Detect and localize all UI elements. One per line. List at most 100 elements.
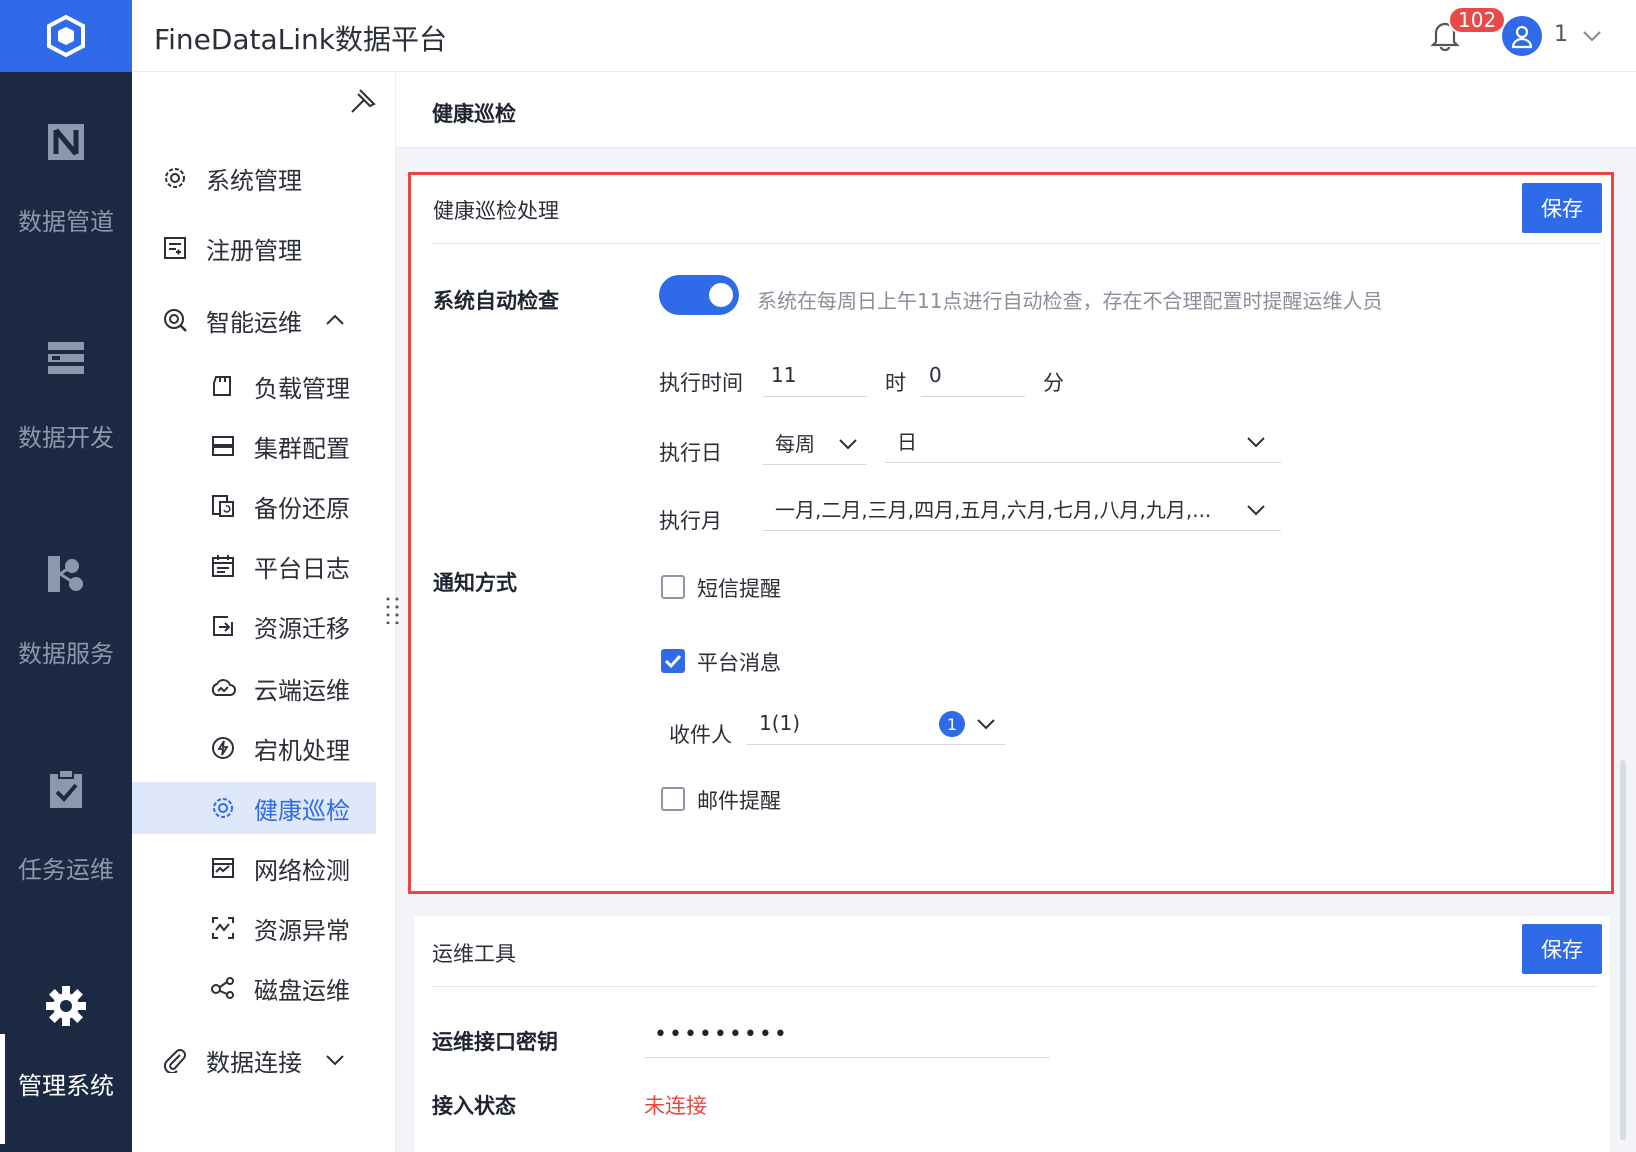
day-period-value: 每周 <box>775 432 815 456</box>
sidebar-item-resource-anomaly[interactable]: 资源异常 <box>132 902 376 954</box>
chevron-down-icon <box>1247 505 1265 516</box>
chevron-down-icon <box>977 719 995 730</box>
gear-check-icon <box>213 798 233 818</box>
paperclip-icon <box>163 1049 186 1073</box>
top-bar: FineDataLink数据平台 102 1 <box>132 0 1636 72</box>
calendar-log-icon <box>212 555 234 577</box>
chevron-down-icon[interactable] <box>1580 24 1604 48</box>
sidebar-item-label: 数据连接 <box>206 1048 302 1077</box>
chevron-down-icon <box>1247 437 1265 448</box>
task-ops-icon <box>50 769 82 808</box>
hour-input[interactable]: 11 <box>763 353 867 397</box>
auto-check-hint: 系统在每周日上午11点进行自动检查，存在不合理配置时提醒运维人员 <box>757 289 1383 313</box>
sidebar-item-label: 资源迁移 <box>254 614 350 643</box>
sidebar-item-label: 平台日志 <box>254 554 350 583</box>
sidebar-item-label: 云端运维 <box>254 676 350 705</box>
sidebar-item-label: 网络检测 <box>254 856 350 885</box>
rail-item-dev[interactable]: 数据开发 <box>0 336 132 453</box>
app-logo[interactable] <box>0 0 132 72</box>
gear-icon <box>46 986 86 1026</box>
month-select[interactable]: 一月,二月,三月,四月,五月,六月,七月,八月,九月,... <box>763 487 1281 531</box>
sidebar-item-cluster-config[interactable]: 集群配置 <box>132 420 376 472</box>
sidebar-item-network-check[interactable]: 网络检测 <box>132 842 376 894</box>
sms-label: 短信提醒 <box>697 577 781 601</box>
migrate-icon <box>213 616 233 636</box>
sidebar-item-backup-restore[interactable]: 备份还原 <box>132 480 376 532</box>
rail-item-label: 数据管道 <box>18 208 114 236</box>
rail-item-admin[interactable]: 管理系统 <box>0 984 132 1144</box>
gear-outline-icon <box>165 168 185 188</box>
rail-item-label: 数据服务 <box>18 640 114 668</box>
avatar[interactable] <box>1502 16 1542 56</box>
api-key-value: ••••••••• <box>654 1022 789 1047</box>
rail-item-pipeline[interactable]: 数据管道 <box>0 120 132 237</box>
day-period-select[interactable]: 每周 <box>763 421 867 465</box>
sms-checkbox[interactable] <box>661 575 685 599</box>
day-value: 日 <box>897 430 917 454</box>
minute-input[interactable]: 0 <box>921 353 1025 397</box>
hour-unit: 时 <box>885 371 906 395</box>
health-check-card: 健康巡检处理 保存 系统自动检查 系统在每周日上午11点进行自动检查，存在不合理… <box>408 172 1614 894</box>
api-key-input[interactable]: ••••••••• <box>644 1012 1050 1058</box>
cube-logo-icon <box>47 14 85 58</box>
connect-status-value: 未连接 <box>644 1094 707 1118</box>
platform-message-checkbox[interactable] <box>661 649 685 673</box>
rail-item-task-ops[interactable]: 任务运维 <box>0 768 132 885</box>
sidebar-item-label: 备份还原 <box>254 494 350 523</box>
notify-method-label: 通知方式 <box>433 571 517 595</box>
rail-item-label: 数据开发 <box>18 424 114 452</box>
sidebar-item-resource-migrate[interactable]: 资源迁移 <box>132 600 376 652</box>
sidebar-item-disk-ops[interactable]: 磁盘运维 <box>132 962 376 1014</box>
minute-unit: 分 <box>1043 371 1064 395</box>
auto-check-label: 系统自动检查 <box>433 289 559 313</box>
api-key-label: 运维接口密钥 <box>432 1030 558 1054</box>
disk-nodes-icon <box>211 977 234 999</box>
resize-handle-icon[interactable] <box>384 596 402 624</box>
service-icon <box>48 556 83 592</box>
month-value: 一月,二月,三月,四月,五月,六月,七月,八月,九月,... <box>775 498 1212 522</box>
email-label: 邮件提醒 <box>697 789 781 813</box>
sidebar-item-load-manage[interactable]: 负载管理 <box>132 360 376 412</box>
auto-check-toggle[interactable] <box>659 275 739 315</box>
rail-item-label: 管理系统 <box>18 1072 114 1100</box>
save-button[interactable]: 保存 <box>1522 183 1602 233</box>
notification-badge: 102 <box>1448 6 1507 34</box>
rail-item-service[interactable]: 数据服务 <box>0 552 132 669</box>
user-name[interactable]: 1 <box>1554 22 1568 47</box>
chevron-down-icon[interactable] <box>324 1049 346 1071</box>
sidebar-item-smart-ops[interactable]: 智能运维 <box>132 294 376 346</box>
sidebar-item-system-manage[interactable]: 系统管理 <box>132 152 376 204</box>
check-icon <box>664 654 682 669</box>
ops-tools-card: 运维工具 保存 运维接口密钥 ••••••••• 接入状态 未连接 <box>414 916 1610 1152</box>
sidebar-item-label: 资源异常 <box>254 916 350 945</box>
email-checkbox[interactable] <box>661 787 685 811</box>
chevron-up-icon[interactable] <box>324 309 346 331</box>
sidebar-item-crash-handle[interactable]: 宕机处理 <box>132 722 376 774</box>
save-button[interactable]: 保存 <box>1522 924 1602 974</box>
cloud-icon <box>211 679 236 696</box>
rail-item-label: 任务运维 <box>18 856 114 884</box>
sidebar-item-label: 注册管理 <box>206 236 302 265</box>
pipeline-icon <box>48 124 84 160</box>
exec-time-label: 执行时间 <box>659 371 743 395</box>
smart-ops-icon <box>164 309 187 332</box>
pin-icon[interactable] <box>348 86 378 116</box>
sidebar-item-register-manage[interactable]: 注册管理 <box>132 222 376 274</box>
sidebar-item-label: 健康巡检 <box>254 796 350 825</box>
recipient-select[interactable]: 1(1) 1 <box>747 701 1005 745</box>
exec-day-label: 执行日 <box>659 441 722 465</box>
anomaly-icon <box>212 917 234 939</box>
divider <box>432 986 1598 987</box>
sidebar-item-health-check[interactable]: 健康巡检 <box>132 782 376 834</box>
sidebar-item-platform-log[interactable]: 平台日志 <box>132 540 376 592</box>
day-value-select[interactable]: 日 <box>885 419 1281 463</box>
dev-icon <box>48 342 84 374</box>
main-scrollbar[interactable] <box>1620 760 1626 1140</box>
sidebar-item-data-connect[interactable]: 数据连接 <box>132 1034 376 1086</box>
app-title: FineDataLink数据平台 <box>154 23 448 56</box>
connect-status-label: 接入状态 <box>432 1094 516 1118</box>
sidebar-item-cloud-ops[interactable]: 云端运维 <box>132 662 376 714</box>
platform-message-label: 平台消息 <box>697 651 781 675</box>
lightning-icon <box>212 737 234 759</box>
sidebar-item-label: 系统管理 <box>206 166 302 195</box>
